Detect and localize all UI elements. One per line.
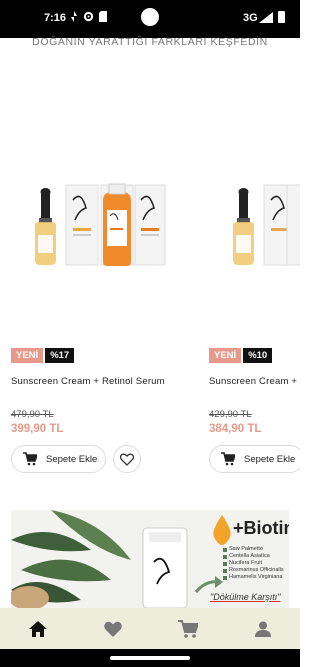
status-bar: 7:16 3G (0, 0, 300, 38)
cart-icon (23, 452, 37, 466)
network-type: 3G (243, 12, 258, 24)
sd-card-icon (99, 11, 107, 22)
product-card[interactable]: YENİ %17 Sunscreen Cream + Retinol Serum… (11, 60, 201, 480)
badge-group: YENİ %17 (11, 348, 75, 363)
home-indicator[interactable] (110, 656, 190, 660)
add-to-cart-label: Sepete Ekle (244, 453, 296, 465)
screen: 7:16 3G DOĞANIN YARATTIĞI FARKLARI KEŞFE… (0, 0, 300, 667)
favorite-button[interactable] (113, 445, 141, 473)
badge-group: YENİ %10 (209, 348, 273, 363)
product-card[interactable]: YENİ %10 Sunscreen Cream + C 429,90 TL 3… (209, 60, 300, 480)
cart-icon (177, 619, 198, 638)
old-price: 429,90 TL (209, 409, 252, 420)
product-name[interactable]: Sunscreen Cream + Retinol Serum (11, 376, 165, 387)
product-name[interactable]: Sunscreen Cream + C (209, 376, 300, 387)
heart-outline-icon (120, 453, 134, 466)
discount-badge: %17 (45, 348, 75, 363)
add-to-cart-label: Sepete Ekle (46, 453, 98, 465)
current-price: 384,90 TL (209, 423, 262, 435)
banner-headline: +Biotin (233, 518, 289, 538)
home-icon (28, 620, 47, 637)
promo-banner[interactable]: +Biotin Saw Palmetto Centella Asiatica N… (11, 510, 289, 608)
nav-favorites[interactable] (75, 608, 150, 649)
user-icon (254, 621, 271, 637)
oil-drop-icon (213, 515, 231, 545)
status-icons (70, 11, 107, 22)
add-to-cart-button[interactable]: Sepete Ekle (11, 445, 106, 473)
product-image[interactable] (209, 60, 300, 340)
old-price: 479,90 TL (11, 409, 54, 420)
page-tagline: DOĞANIN YARATTIĞI FARKLARI KEŞFEDİN (32, 36, 268, 48)
camera-cutout (141, 8, 159, 26)
ingredient-item: Rosmarinus Officinalis (223, 567, 284, 574)
new-badge: YENİ (209, 348, 242, 363)
add-to-cart-button[interactable]: Sepete Ekle (209, 445, 300, 473)
product-image[interactable] (11, 60, 201, 340)
system-home-bar (0, 649, 300, 667)
cart-icon (221, 452, 235, 466)
bottom-navigation (0, 608, 300, 649)
nav-cart[interactable] (150, 608, 225, 649)
status-time: 7:16 (44, 12, 67, 24)
ingredient-item: Saw Palmetto (223, 546, 284, 553)
signal-icon (259, 12, 273, 23)
battery-icon (278, 11, 285, 23)
settings-icon (83, 11, 94, 22)
ingredient-list: Saw Palmetto Centella Asiatica Nucifera … (223, 546, 284, 581)
nav-home[interactable] (0, 608, 75, 649)
discount-badge: %10 (243, 348, 273, 363)
ingredient-item: Hamamelis Virginiana (223, 574, 284, 581)
heart-icon (103, 621, 122, 637)
banner-slogan: "Dökülme Karşıtı" (210, 592, 281, 602)
nav-account[interactable] (225, 608, 300, 649)
current-price: 399,90 TL (11, 423, 64, 435)
new-badge: YENİ (11, 348, 44, 363)
ingredient-item: Nucifera Fruit (223, 560, 284, 567)
data-saver-icon (71, 11, 77, 22)
ingredient-item: Centella Asiatica (223, 553, 284, 560)
